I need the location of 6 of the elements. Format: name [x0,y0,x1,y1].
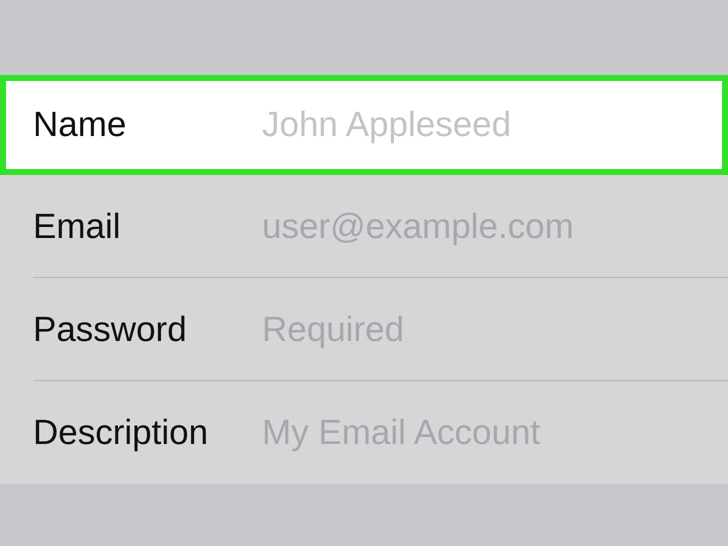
input-field[interactable]: John Appleseed [262,105,713,145]
form-row[interactable]: Name John Appleseed [0,75,728,175]
field-label: Email [33,206,122,246]
field-label: Description [33,412,210,452]
field-label: Name [33,105,128,145]
field-label: Password [33,310,188,350]
